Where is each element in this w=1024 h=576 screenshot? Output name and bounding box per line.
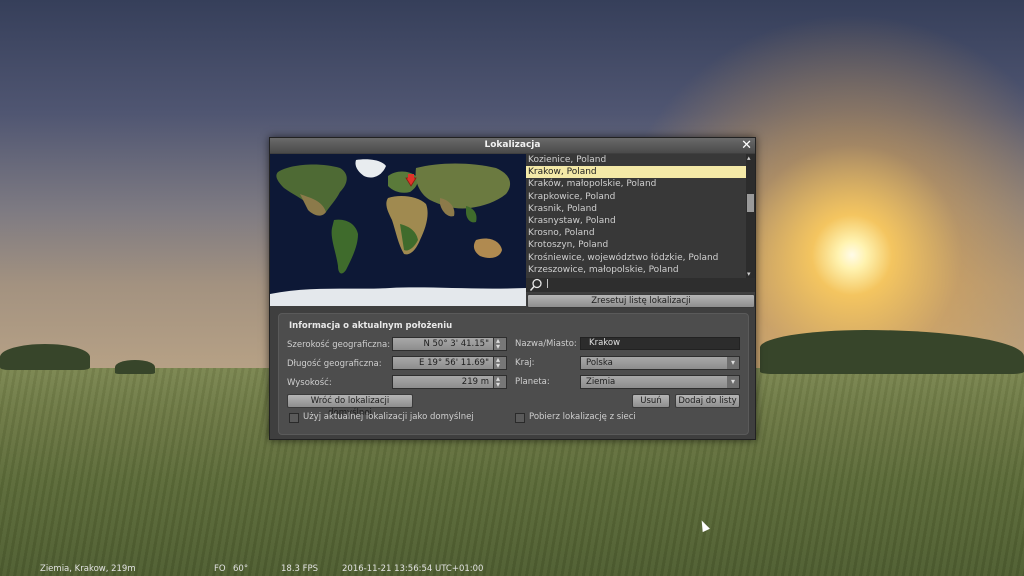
list-item[interactable]: Krotoszyn, Poland: [526, 239, 746, 251]
list-item[interactable]: Krzeszowice, małopolskie, Poland: [526, 264, 746, 276]
planet-value: Ziemia: [586, 377, 616, 387]
country-value: Polska: [586, 358, 613, 368]
location-search[interactable]: |: [526, 278, 755, 292]
close-icon[interactable]: ✕: [741, 138, 752, 153]
list-scrollbar[interactable]: ▴ ▾: [746, 154, 755, 278]
tree-line-left-small: [115, 360, 155, 374]
status-fov-value: 60°: [233, 564, 249, 574]
dialog-titlebar[interactable]: Lokalizacja ✕: [270, 138, 755, 153]
altitude-field[interactable]: 219 m: [392, 373, 507, 391]
current-location-panel: Informacja o aktualnym położeniu Szeroko…: [278, 313, 749, 435]
list-item[interactable]: Krosno, Poland: [526, 227, 746, 239]
dialog-title: Lokalizacja: [484, 140, 541, 150]
scroll-up-icon[interactable]: ▴: [747, 154, 751, 162]
scroll-down-icon[interactable]: ▾: [747, 270, 751, 278]
scrollbar-thumb[interactable]: [747, 194, 754, 212]
altitude-spinner[interactable]: [493, 373, 506, 391]
list-item[interactable]: Krapkowice, Poland: [526, 191, 746, 203]
country-label: Kraj:: [515, 358, 535, 368]
status-datetime: 2016-11-21 13:56:54 UTC+01:00: [342, 564, 484, 574]
latitude-value: N 50° 3' 41.15": [423, 339, 489, 349]
longitude-label: Długość geograficzna:: [287, 359, 382, 369]
list-item[interactable]: Krasnik, Poland: [526, 203, 746, 215]
planet-select[interactable]: Ziemia ▾: [580, 375, 740, 389]
status-fps: 18.3 FPS: [281, 564, 319, 574]
longitude-spinner[interactable]: [493, 354, 506, 372]
return-default-location-button[interactable]: Wróć do lokalizacji domyślnej: [287, 394, 413, 418]
list-item[interactable]: Kraków, małopolskie, Poland: [526, 178, 746, 190]
name-input[interactable]: Krakow: [580, 337, 740, 350]
use-as-default-label: Użyj aktualnej lokalizacji jako domyślne…: [303, 412, 474, 422]
longitude-value: E 19° 56' 11.69": [419, 358, 489, 368]
search-icon: [529, 278, 542, 291]
list-item[interactable]: Krasnystaw, Poland: [526, 215, 746, 227]
get-from-network-label: Pobierz lokalizację z sieci: [529, 412, 636, 422]
tree-line-left: [0, 344, 90, 370]
latitude-field[interactable]: N 50° 3' 41.15": [392, 335, 507, 353]
world-map[interactable]: [270, 154, 526, 306]
altitude-label: Wysokość:: [287, 378, 332, 388]
altitude-value: 219 m: [461, 377, 489, 387]
panel-heading: Informacja o aktualnym położeniu: [289, 321, 453, 331]
name-label: Nazwa/Miasto:: [515, 339, 577, 349]
latitude-label: Szerokość geograficzna:: [287, 340, 391, 350]
latitude-spinner[interactable]: [493, 335, 506, 353]
list-item[interactable]: Krośniewice, województwo łódzkie, Poland: [526, 252, 746, 264]
world-map-svg: [270, 154, 526, 306]
status-bar: Ziemia, Krakow, 219m FO 60° 18.3 FPS 201…: [0, 562, 1024, 576]
list-item-selected[interactable]: Krakow, Poland: [526, 166, 746, 179]
country-select[interactable]: Polska ▾: [580, 356, 740, 370]
add-to-list-button[interactable]: Dodaj do listy: [675, 394, 740, 408]
chevron-down-icon: ▾: [727, 376, 739, 388]
status-fov-label: FO: [214, 564, 226, 574]
get-from-network-checkbox[interactable]: [515, 413, 525, 423]
location-list[interactable]: Kozienice, Poland Krakow, Poland Kraków,…: [526, 154, 746, 278]
delete-button[interactable]: Usuń: [632, 394, 670, 408]
longitude-field[interactable]: E 19° 56' 11.69": [392, 354, 507, 372]
planet-label: Planeta:: [515, 377, 550, 387]
use-as-default-checkbox[interactable]: [289, 413, 299, 423]
reset-location-list-button[interactable]: Zresetuj listę lokalizacji: [527, 294, 755, 308]
search-input[interactable]: |: [546, 279, 549, 289]
chevron-down-icon: ▾: [727, 357, 739, 369]
list-item[interactable]: Kozienice, Poland: [526, 154, 746, 166]
location-dialog: Lokalizacja ✕ Kozienice, Poland Krakow, …: [269, 137, 756, 440]
status-location: Ziemia, Krakow, 219m: [40, 564, 136, 574]
